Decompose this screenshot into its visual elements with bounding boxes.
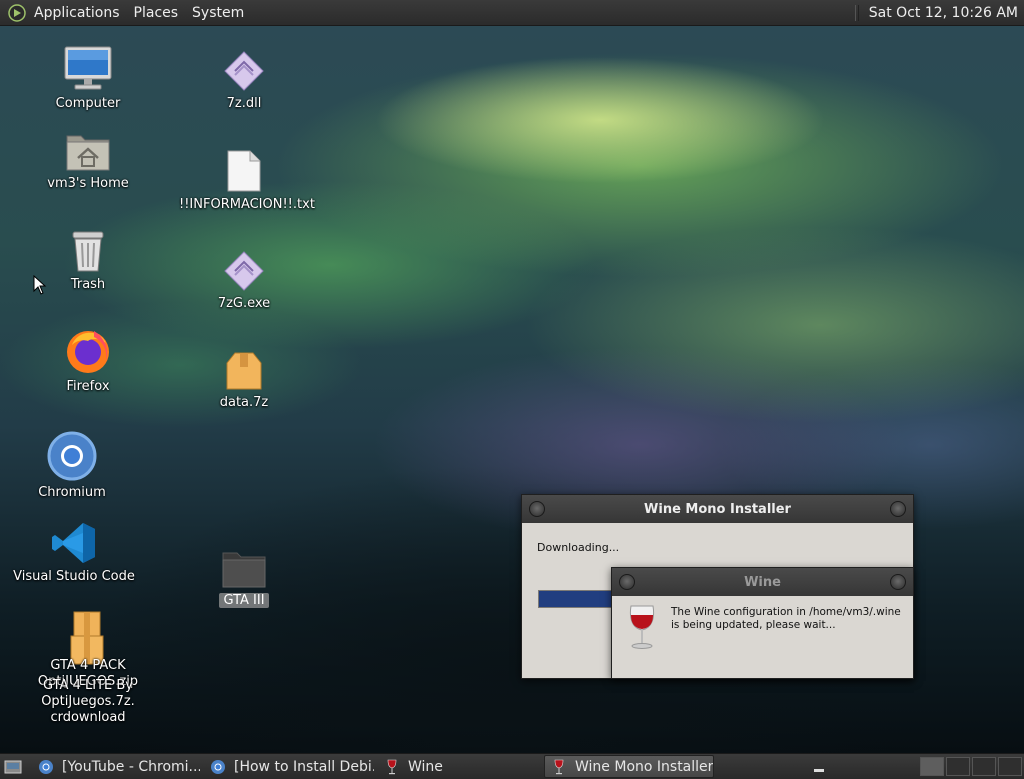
desktop-icon-7zg-exe[interactable]: 7zG.exe [179,250,309,312]
window-title: Wine Mono Installer [644,501,791,517]
desktop-icon-label: 7zG.exe [217,296,271,311]
desktop-icon-label-lite: GTA 4 LITE By OptiJuegos.7z. crdownload [41,678,135,725]
chromium-icon [47,431,97,481]
show-desktop-button[interactable] [2,758,24,776]
chromium-icon [211,759,225,774]
desktop-icon-label: Firefox [66,379,110,394]
window-titlebar[interactable]: Wine [612,568,913,596]
panel-separator [854,4,859,21]
taskbar-item-youtube-chromium[interactable]: [YouTube - Chromi... [32,756,200,777]
desktop-icon-label: data.7z [219,395,269,410]
desktop-icon-7z-dll[interactable]: 7z.dll [179,50,309,112]
desktop-icon-gta-iii[interactable]: GTA III [179,549,309,609]
tray-indicator[interactable] [814,769,824,772]
menu-applications[interactable]: Applications [34,5,120,21]
taskbar-item-install-debian[interactable]: [How to Install Debi... [204,756,374,777]
desktop-icon-label: 7z.dll [226,96,262,111]
desktop-icon-computer[interactable]: Computer [23,46,153,112]
mouse-cursor-icon [33,275,47,295]
computer-icon [64,46,112,90]
taskbar-item-label: [How to Install Debi... [234,758,374,775]
window-close-button[interactable] [890,501,906,517]
desktop-icon-label: !!INFORMACION!!.txt [179,197,315,212]
desktop-icon-label: Computer [55,96,121,111]
taskbar-item-label: Wine [408,758,443,775]
wine-update-message: The Wine configuration in /home/vm3/.win… [671,606,901,631]
folder-icon [222,552,266,588]
text-file-icon [227,150,261,192]
bottom-taskbar: [YouTube - Chromi... [How to Install Deb… [0,753,1024,779]
desktop-icon-label: GTA III [219,593,269,608]
desktop-icon-firefox[interactable]: Firefox [23,327,153,395]
exe-file-icon [224,251,264,291]
taskbar-item-label: Wine Mono Installer [575,758,714,775]
menu-places[interactable]: Places [134,5,179,21]
show-desktop-icon [4,760,22,773]
desktop-icon-label: vm3's Home [47,176,129,191]
desktop-icon-label: Visual Studio Code [13,569,135,584]
taskbar-item-wine-mono-installer[interactable]: Wine Mono Installer [544,755,714,778]
mate-logo-icon[interactable] [8,3,26,22]
desktop-icon-informacion-txt[interactable]: !!INFORMACION!!.txt [179,149,315,213]
window-close-button[interactable] [890,574,906,590]
trash-icon [72,231,104,272]
desktop-icon-label: Chromium [38,485,106,500]
desktop-icon-data-7z[interactable]: data.7z [179,351,309,411]
chromium-icon [39,759,53,774]
window-title: Wine [744,574,781,590]
window-titlebar[interactable]: Wine Mono Installer [522,495,913,523]
firefox-icon [67,331,109,373]
desktop-icon-home[interactable]: vm3's Home [23,130,153,192]
workspace-3[interactable] [972,757,996,776]
wine-glass-icon [554,759,564,774]
workspace-2[interactable] [946,757,970,776]
window-menu-button[interactable] [529,501,545,517]
wine-glass-icon [629,605,655,649]
archive-file-icon [226,352,262,390]
top-panel: Applications Places System Sat Oct 12, 1… [0,0,1024,26]
desktop-icon-chromium[interactable]: Chromium [7,431,137,501]
window-menu-button[interactable] [619,574,635,590]
desktop-icon-gta-archives[interactable]: GTA 4 PACK OptiJUEGOS.zip GTA 4 LITE By … [23,610,153,728]
vscode-icon [52,523,95,563]
workspace-1[interactable] [920,757,944,776]
menu-system[interactable]: System [192,5,244,21]
desktop-icon-label: Trash [70,277,106,292]
taskbar-item-label: [YouTube - Chromi... [62,758,200,775]
progress-fill [539,591,615,607]
wine-glass-icon [387,759,397,774]
taskbar-item-wine[interactable]: Wine [378,756,540,777]
clock[interactable]: Sat Oct 12, 10:26 AM [869,5,1018,21]
workspace-4[interactable] [998,757,1022,776]
wine-update-window[interactable]: Wine The Wine configuration in /home/vm3… [611,567,914,679]
dll-file-icon [224,51,264,91]
download-status: Downloading... [537,541,620,554]
home-folder-icon [66,135,110,171]
desktop-icon-vscode[interactable]: Visual Studio Code [9,521,139,585]
